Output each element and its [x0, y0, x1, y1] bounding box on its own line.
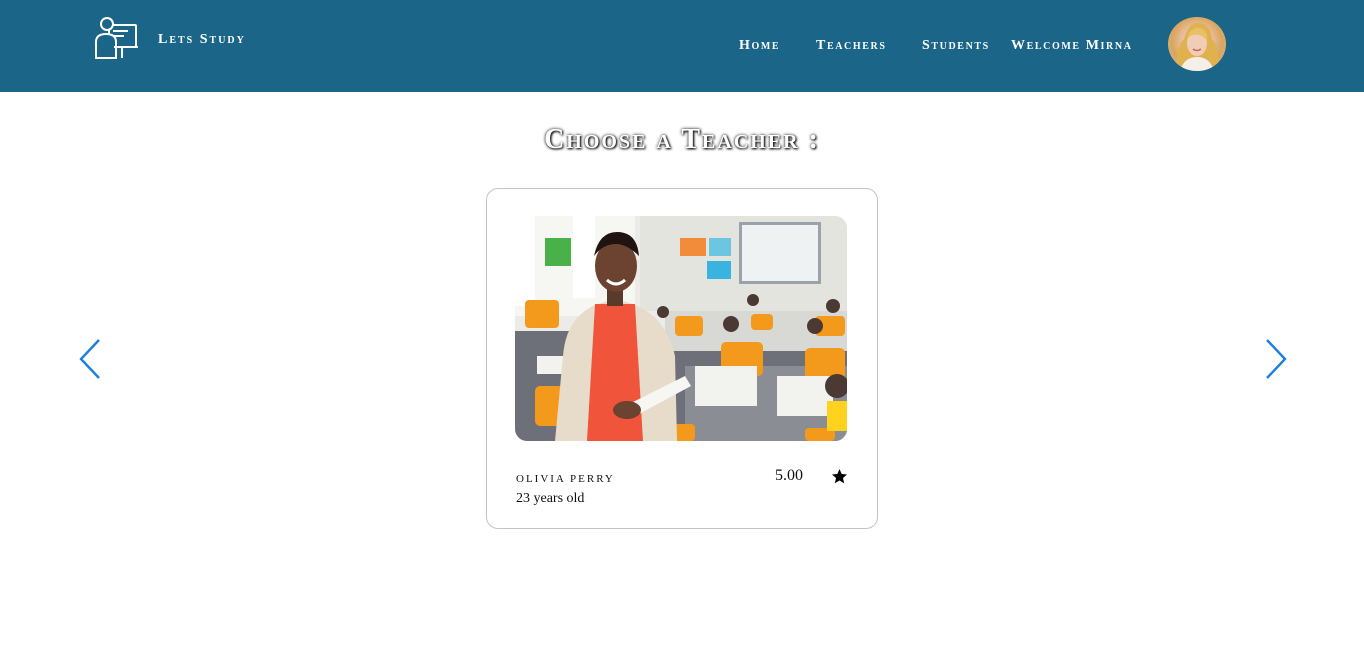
nav-welcome-user[interactable]: Welcome Mirna — [1011, 38, 1133, 54]
teacher-age: 23 years old — [516, 491, 585, 506]
teacher-name: OLIVIA PERRY — [516, 473, 615, 485]
teacher-card[interactable]: OLIVIA PERRY 23 years old 5.00 — [486, 188, 878, 529]
teacher-rating: 5.00 — [775, 467, 803, 484]
chevron-right-icon[interactable] — [1264, 338, 1288, 380]
page-title: Choose a Teacher : — [544, 124, 820, 155]
navbar: Lets Study Home Teachers Students Welcom… — [0, 0, 1364, 92]
nav-home[interactable]: Home — [739, 38, 780, 54]
nav-teachers[interactable]: Teachers — [816, 38, 886, 54]
nav-students[interactable]: Students — [922, 38, 990, 54]
classroom-photo — [515, 216, 847, 441]
brand-name[interactable]: Lets Study — [158, 32, 246, 48]
star-icon — [831, 469, 848, 484]
chevron-left-icon[interactable] — [78, 338, 102, 380]
teacher-at-screen-icon[interactable] — [94, 16, 140, 60]
teacher-photo — [515, 216, 847, 441]
avatar[interactable] — [1168, 17, 1226, 71]
avatar-portrait — [1176, 23, 1219, 71]
